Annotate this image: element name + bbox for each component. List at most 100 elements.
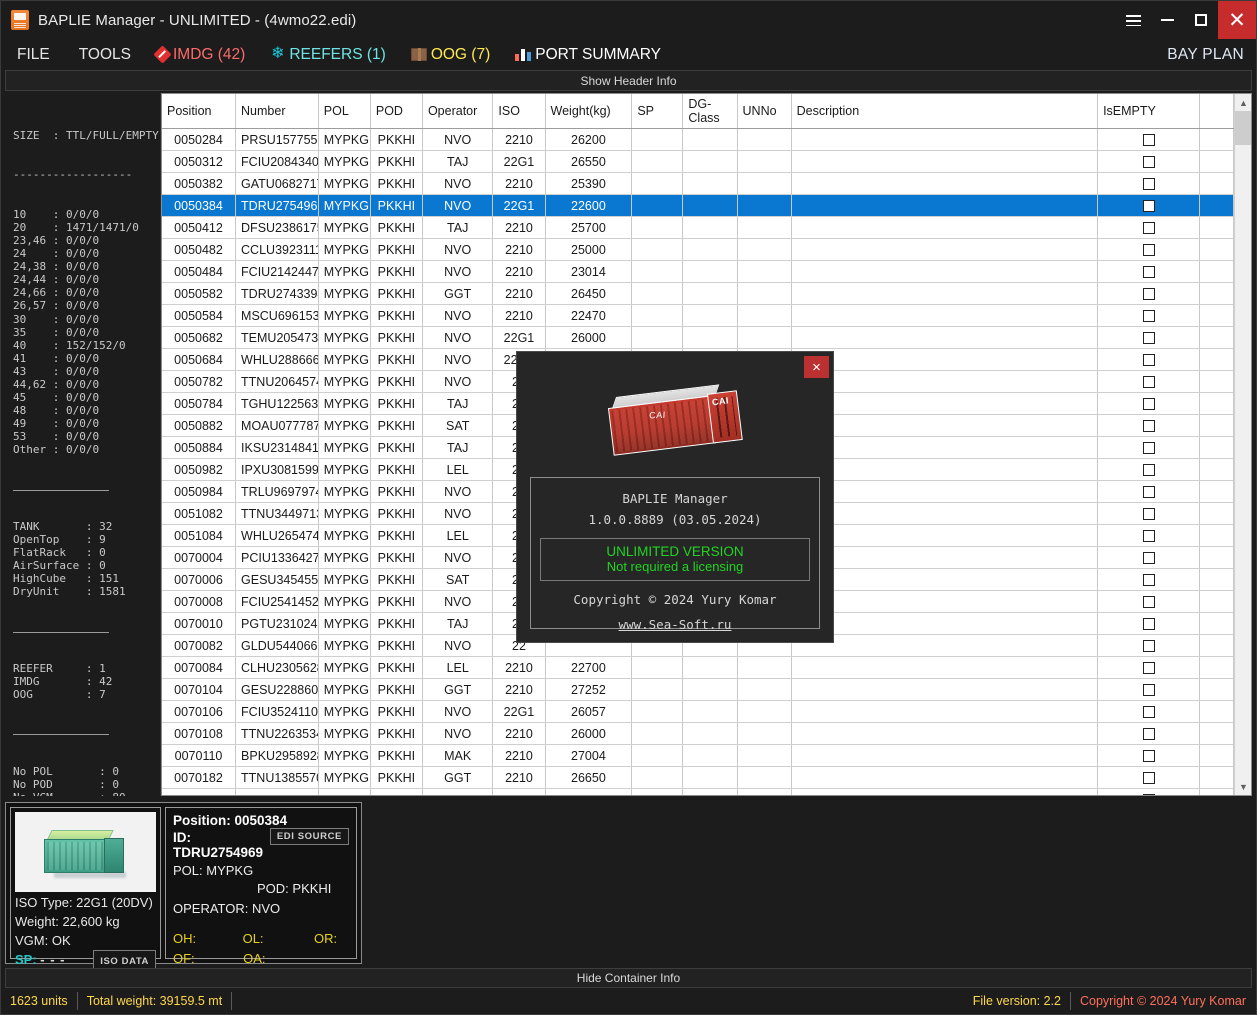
- table-row[interactable]: 0050284PRSU1577552MYPKGPKKHINVO221026200: [162, 129, 1234, 151]
- cell-isempty[interactable]: [1098, 151, 1200, 173]
- isempty-checkbox[interactable]: [1143, 596, 1155, 608]
- isempty-checkbox[interactable]: [1143, 420, 1155, 432]
- cell-isempty[interactable]: [1098, 789, 1200, 796]
- table-row[interactable]: 0070084CLHU2305628MYPKGPKKHILEL221022700: [162, 657, 1234, 679]
- isempty-checkbox[interactable]: [1143, 684, 1155, 696]
- isempty-checkbox[interactable]: [1143, 574, 1155, 586]
- isempty-checkbox[interactable]: [1143, 244, 1155, 256]
- scrollbar-thumb[interactable]: [1235, 111, 1252, 145]
- table-column-header-pol[interactable]: POL: [318, 94, 370, 129]
- vertical-scrollbar[interactable]: ▲ ▼: [1234, 94, 1251, 795]
- cell-isempty[interactable]: [1098, 129, 1200, 151]
- table-row[interactable]: 0050682TEMU2054737MYPKGPKKHINVO22G126000: [162, 327, 1234, 349]
- cell-isempty[interactable]: [1098, 767, 1200, 789]
- table-row[interactable]: 0050312FCIU2084340MYPKGPKKHITAJ22G126550: [162, 151, 1234, 173]
- isempty-checkbox[interactable]: [1143, 728, 1155, 740]
- isempty-checkbox[interactable]: [1143, 662, 1155, 674]
- table-row[interactable]: 0070106FCIU3524110MYPKGPKKHINVO22G126057: [162, 701, 1234, 723]
- menu-item-reefers[interactable]: ❄ REEFERS (1): [270, 46, 385, 64]
- table-row[interactable]: 0070108TTNU2263534MYPKGPKKHINVO221026000: [162, 723, 1234, 745]
- menu-item-imdg[interactable]: IMDG (42): [156, 46, 245, 64]
- scroll-up-icon[interactable]: ▲: [1235, 94, 1252, 111]
- about-website-link[interactable]: www.Sea-Soft.ru: [531, 617, 819, 632]
- isempty-checkbox[interactable]: [1143, 266, 1155, 278]
- isempty-checkbox[interactable]: [1143, 464, 1155, 476]
- isempty-checkbox[interactable]: [1143, 794, 1155, 795]
- isempty-checkbox[interactable]: [1143, 156, 1155, 168]
- cell-isempty[interactable]: [1098, 547, 1200, 569]
- table-column-header-operator[interactable]: Operator: [422, 94, 492, 129]
- table-row[interactable]: 0050384TDRU2754969MYPKGPKKHINVO22G122600: [162, 195, 1234, 217]
- table-column-header-sp[interactable]: SP: [632, 94, 683, 129]
- isempty-checkbox[interactable]: [1143, 552, 1155, 564]
- edi-source-button[interactable]: EDI SOURCE: [270, 828, 349, 845]
- isempty-checkbox[interactable]: [1143, 398, 1155, 410]
- close-button[interactable]: ✕: [1218, 1, 1256, 39]
- show-header-info-toggle[interactable]: Show Header Info: [5, 70, 1252, 91]
- cell-isempty[interactable]: [1098, 525, 1200, 547]
- cell-isempty[interactable]: [1098, 261, 1200, 283]
- table-row[interactable]: 0070184TRLU3758183MYPKGPKKHINVO221022700: [162, 789, 1234, 796]
- minimize-button[interactable]: [1150, 1, 1184, 39]
- isempty-checkbox[interactable]: [1143, 288, 1155, 300]
- isempty-checkbox[interactable]: [1143, 354, 1155, 366]
- table-row[interactable]: 0070104GESU2288605MYPKGPKKHIGGT221027252: [162, 679, 1234, 701]
- menu-item-file[interactable]: FILE: [13, 46, 50, 64]
- isempty-checkbox[interactable]: [1143, 376, 1155, 388]
- cell-isempty[interactable]: [1098, 327, 1200, 349]
- cell-isempty[interactable]: [1098, 481, 1200, 503]
- isempty-checkbox[interactable]: [1143, 200, 1155, 212]
- table-row[interactable]: 0050382GATU0682717MYPKGPKKHINVO221025390: [162, 173, 1234, 195]
- menu-item-oog[interactable]: OOG (7): [411, 46, 490, 64]
- cell-isempty[interactable]: [1098, 437, 1200, 459]
- cell-isempty[interactable]: [1098, 415, 1200, 437]
- cell-isempty[interactable]: [1098, 679, 1200, 701]
- table-column-header-isempty[interactable]: IsEMPTY: [1098, 94, 1200, 129]
- isempty-checkbox[interactable]: [1143, 332, 1155, 344]
- table-column-header-number[interactable]: Number: [236, 94, 319, 129]
- cell-isempty[interactable]: [1098, 591, 1200, 613]
- cell-isempty[interactable]: [1098, 701, 1200, 723]
- maximize-button[interactable]: [1184, 1, 1218, 39]
- table-column-header-description[interactable]: Description: [791, 94, 1097, 129]
- cell-isempty[interactable]: [1098, 283, 1200, 305]
- table-row[interactable]: 0050584MSCU6961531MYPKGPKKHINVO221022470: [162, 305, 1234, 327]
- isempty-checkbox[interactable]: [1143, 772, 1155, 784]
- table-row[interactable]: 0070110BPKU2958928MYPKGPKKHIMAK221027004: [162, 745, 1234, 767]
- menu-item-port-summary[interactable]: PORT SUMMARY: [515, 46, 661, 64]
- isempty-checkbox[interactable]: [1143, 530, 1155, 542]
- isempty-checkbox[interactable]: [1143, 222, 1155, 234]
- table-row[interactable]: 0050412DFSU2386175MYPKGPKKHITAJ221025700: [162, 217, 1234, 239]
- table-column-header-weight-kg-[interactable]: Weight(kg): [545, 94, 632, 129]
- table-column-header-position[interactable]: Position: [162, 94, 236, 129]
- table-row[interactable]: 0050484FCIU2142447MYPKGPKKHINVO221023014: [162, 261, 1234, 283]
- cell-isempty[interactable]: [1098, 173, 1200, 195]
- isempty-checkbox[interactable]: [1143, 486, 1155, 498]
- cell-isempty[interactable]: [1098, 195, 1200, 217]
- scroll-down-icon[interactable]: ▼: [1235, 778, 1252, 795]
- table-row[interactable]: 0050482CCLU3923111MYPKGPKKHINVO221025000: [162, 239, 1234, 261]
- cell-isempty[interactable]: [1098, 613, 1200, 635]
- table-row[interactable]: 0070182TTNU1385570MYPKGPKKHIGGT221026650: [162, 767, 1234, 789]
- cell-isempty[interactable]: [1098, 217, 1200, 239]
- isempty-checkbox[interactable]: [1143, 640, 1155, 652]
- cell-isempty[interactable]: [1098, 371, 1200, 393]
- bay-plan-button[interactable]: BAY PLAN: [1167, 39, 1244, 70]
- table-column-header-dg-class[interactable]: DG-Class: [683, 94, 737, 129]
- cell-isempty[interactable]: [1098, 635, 1200, 657]
- table-column-header-pod[interactable]: POD: [370, 94, 422, 129]
- hamburger-menu-button[interactable]: [1116, 1, 1150, 39]
- isempty-checkbox[interactable]: [1143, 310, 1155, 322]
- menu-item-tools[interactable]: TOOLS: [75, 46, 131, 64]
- table-column-header-unno[interactable]: UNNo: [737, 94, 791, 129]
- isempty-checkbox[interactable]: [1143, 508, 1155, 520]
- cell-isempty[interactable]: [1098, 393, 1200, 415]
- cell-isempty[interactable]: [1098, 239, 1200, 261]
- isempty-checkbox[interactable]: [1143, 750, 1155, 762]
- table-row[interactable]: 0050582TDRU2743394MYPKGPKKHIGGT221026450: [162, 283, 1234, 305]
- cell-isempty[interactable]: [1098, 305, 1200, 327]
- table-column-header-iso[interactable]: ISO: [493, 94, 545, 129]
- isempty-checkbox[interactable]: [1143, 442, 1155, 454]
- cell-isempty[interactable]: [1098, 657, 1200, 679]
- isempty-checkbox[interactable]: [1143, 178, 1155, 190]
